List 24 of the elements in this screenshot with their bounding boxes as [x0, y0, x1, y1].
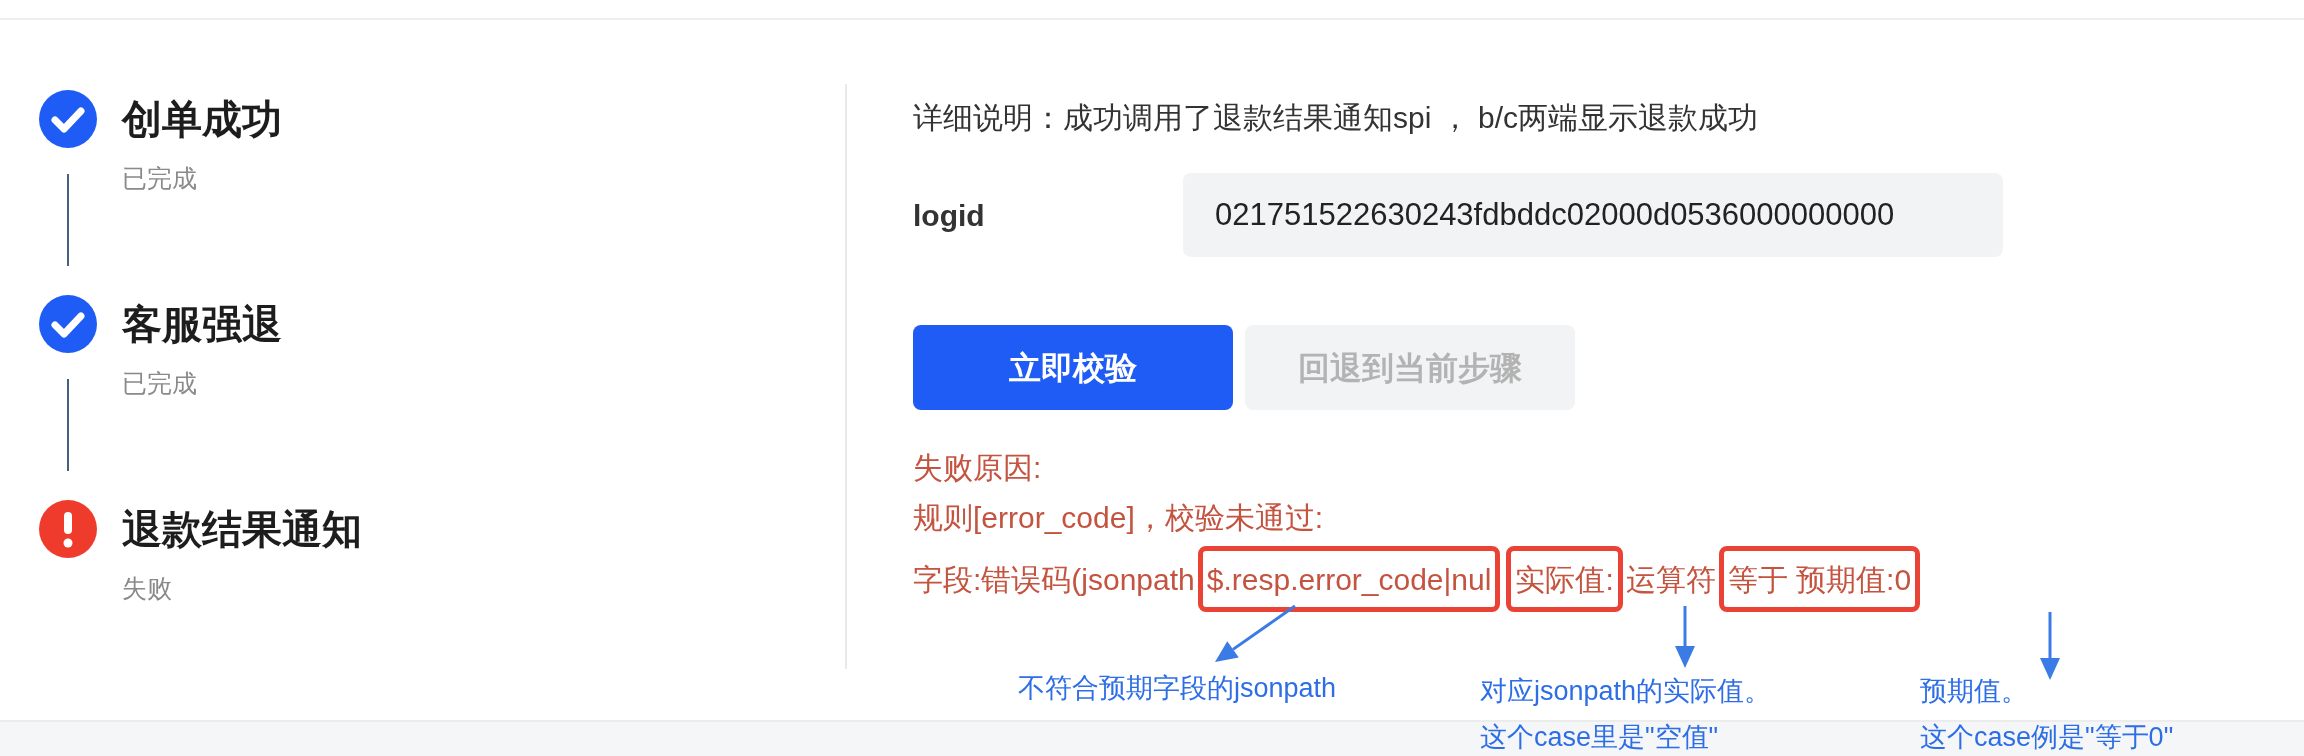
detail-description: 详细说明：成功调用了退款结果通知spi ， b/c两端显示退款成功 — [913, 100, 1760, 136]
highlighted-text: $.resp.error_code|nul — [1197, 546, 1501, 612]
error-text: 规则[error_code]，校验未通过: — [913, 499, 1324, 536]
highlighted-text: 等于 预期值:0 — [1718, 546, 1921, 612]
annotation-text: 预期值。 — [1920, 675, 2029, 708]
step-title: 客服强退 — [122, 301, 282, 348]
step-status: 已完成 — [122, 163, 198, 194]
step-title: 创单成功 — [122, 96, 282, 143]
highlighted-text: 实际值: — [1506, 546, 1623, 612]
annotation-text: 这个case里是"空值" — [1480, 721, 1720, 754]
annotation-text: 这个case例是"等于0" — [1920, 721, 2174, 754]
logid-field[interactable]: 021751522630243fdbddc02000d0536000000000 — [1183, 173, 2003, 257]
error-text: 字段:错误码(jsonpath — [913, 561, 1195, 598]
annotation-text: 对应jsonpath的实际值。 — [1480, 675, 1772, 708]
error-text: 失败原因: — [913, 449, 1042, 486]
annotation-arrow — [1675, 606, 1695, 668]
logid-label: logid — [913, 197, 986, 234]
annotation-arrow — [2040, 612, 2060, 680]
error-text: 运算符 — [1625, 561, 1716, 598]
step-title: 退款结果通知 — [122, 506, 362, 553]
annotation-text: 不符合预期字段的jsonpath — [1018, 672, 1337, 705]
verify-button[interactable]: 立即校验 — [913, 325, 1233, 410]
step-status: 失败 — [122, 573, 173, 604]
step-status: 已完成 — [122, 368, 198, 399]
